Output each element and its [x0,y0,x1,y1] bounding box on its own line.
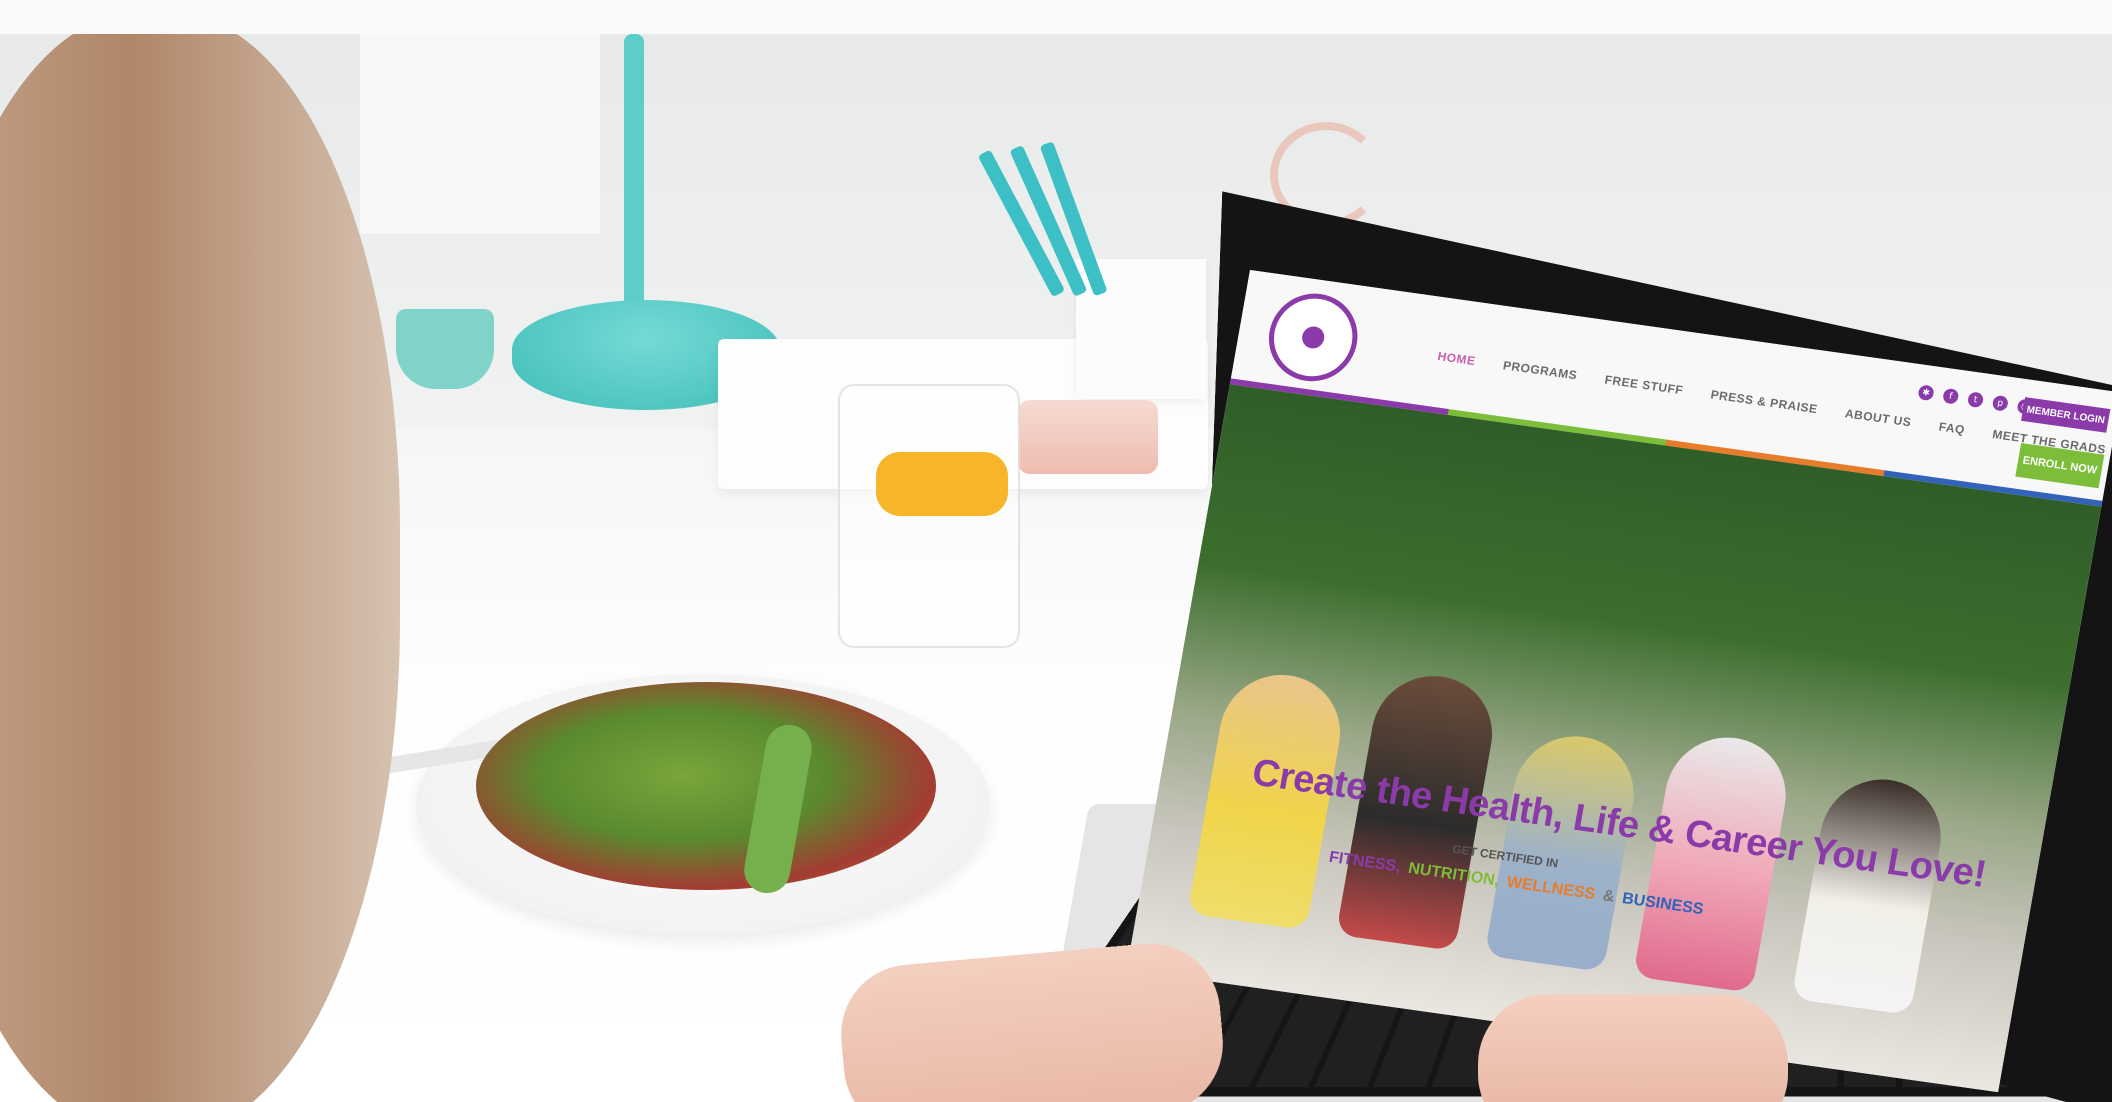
nav-free-stuff[interactable]: FREE STUFF [1604,373,1685,398]
yelp-icon[interactable]: ✱ [1917,384,1935,402]
mint-bowl [396,309,494,389]
nav-press-praise[interactable]: PRESS & PRAISE [1710,387,1819,416]
tag-ampersand: & [1601,887,1616,906]
member-login-button[interactable]: MEMBER LOGIN [2021,397,2111,433]
nav-about-us[interactable]: ABOUT US [1844,406,1912,429]
lemon-slice [876,452,1008,516]
hero-banner: Create the Health, Life & Career You Lov… [1126,384,2102,1093]
desk-photo: HOME PROGRAMS FREE STUFF PRESS & PRAISE … [0,34,2112,1102]
shelf [360,34,600,234]
lamp-pole [624,34,644,334]
top-band [0,0,2112,35]
nav-programs[interactable]: PROGRAMS [1502,358,1578,382]
woman-figure [1791,771,1951,1016]
right-hand [1478,994,1788,1102]
logo-emblem-icon [1300,325,1327,350]
laptop-screen: HOME PROGRAMS FREE STUFF PRESS & PRAISE … [1126,270,2112,1093]
candle [1018,400,1158,474]
social-links: ✱ f t p ◎ [1917,384,2034,416]
person-hair [0,34,400,1102]
photo-frame: HOME PROGRAMS FREE STUFF PRESS & PRAISE … [0,0,2112,1102]
twitter-icon[interactable]: t [1966,391,1985,409]
facebook-icon[interactable]: f [1942,387,1960,405]
nav-faq[interactable]: FAQ [1938,420,1966,437]
nav-home[interactable]: HOME [1437,349,1477,368]
academy-logo[interactable] [1261,287,1365,387]
water-glass [838,384,1020,648]
pinterest-icon[interactable]: p [1991,394,2010,412]
salad [476,682,936,890]
